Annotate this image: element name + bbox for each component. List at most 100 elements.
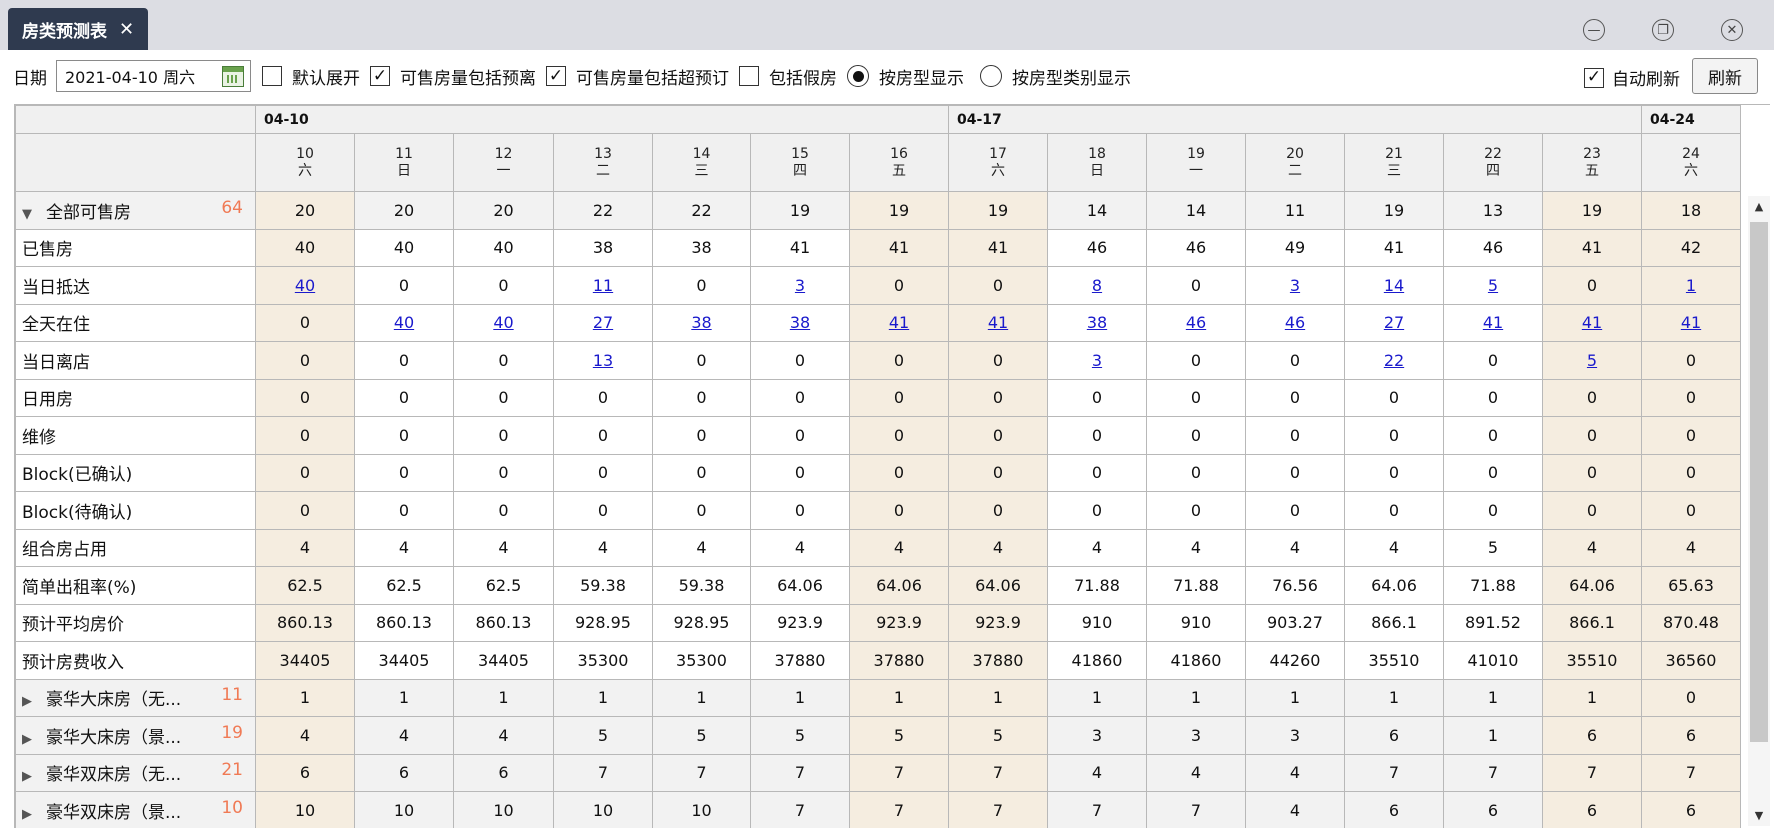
expand-right-icon[interactable]: ▶ bbox=[22, 694, 36, 709]
table-cell[interactable]: 3 bbox=[1047, 341, 1147, 380]
cell-link[interactable]: 41 bbox=[889, 313, 909, 332]
expand-right-icon[interactable]: ▶ bbox=[22, 732, 36, 747]
option-default-expand[interactable]: 默认展开 bbox=[262, 64, 360, 89]
table-row: 组合房占用 4 4 4 4 4 4 4 4 4 4 4 4 5 4 4 bbox=[15, 528, 1741, 567]
table-cell: 46 bbox=[1443, 228, 1543, 267]
table-cell[interactable]: 5 bbox=[1542, 341, 1642, 380]
table-cell[interactable]: 8 bbox=[1047, 266, 1147, 305]
cell-link[interactable]: 38 bbox=[1087, 313, 1107, 332]
table-cell[interactable]: 11 bbox=[553, 266, 653, 305]
table-cell[interactable]: 41 bbox=[948, 303, 1048, 342]
table-cell: 10 bbox=[354, 791, 454, 828]
option-include-predeparture[interactable]: ✓ 可售房量包括预离 bbox=[370, 64, 536, 89]
table-cell[interactable]: 27 bbox=[1344, 303, 1444, 342]
table-cell[interactable]: 40 bbox=[453, 303, 554, 342]
cell-link[interactable]: 27 bbox=[1384, 313, 1404, 332]
table-cell[interactable]: 46 bbox=[1146, 303, 1246, 342]
table-cell[interactable]: 22 bbox=[1344, 341, 1444, 380]
table-cell[interactable]: 3 bbox=[1245, 266, 1345, 305]
table-cell: 0 bbox=[1344, 453, 1444, 492]
checkbox-include-fake[interactable] bbox=[739, 66, 759, 86]
table-cell: 0 bbox=[948, 341, 1048, 380]
row-header[interactable]: ▶ 豪华大床房（无... 11 bbox=[15, 678, 256, 717]
scroll-down-icon[interactable]: ▼ bbox=[1748, 809, 1770, 822]
cell-link[interactable]: 38 bbox=[790, 313, 810, 332]
cell-link[interactable]: 38 bbox=[691, 313, 711, 332]
cell-link[interactable]: 46 bbox=[1285, 313, 1305, 332]
cell-link[interactable]: 22 bbox=[1384, 351, 1404, 370]
cell-link[interactable]: 41 bbox=[1483, 313, 1503, 332]
table-cell[interactable]: 5 bbox=[1443, 266, 1543, 305]
row-header[interactable]: ▶ 豪华双床房（无... 21 bbox=[15, 753, 256, 792]
radio-by-room-category[interactable]: 按房型类别显示 bbox=[980, 64, 1131, 89]
cell-link[interactable]: 11 bbox=[593, 276, 613, 295]
radio-by-room-type-dot[interactable] bbox=[847, 65, 869, 87]
cell-link[interactable]: 3 bbox=[795, 276, 805, 295]
expand-right-icon[interactable]: ▶ bbox=[22, 807, 36, 822]
cell-link[interactable]: 40 bbox=[295, 276, 315, 295]
cell-link[interactable]: 41 bbox=[1582, 313, 1602, 332]
cell-link[interactable]: 3 bbox=[1092, 351, 1102, 370]
radio-by-room-category-dot[interactable] bbox=[980, 65, 1002, 87]
table-cell: 0 bbox=[1443, 453, 1543, 492]
table-cell[interactable]: 13 bbox=[553, 341, 653, 380]
expand-down-icon[interactable]: ▼ bbox=[22, 207, 36, 222]
row-header[interactable]: ▶ 豪华大床房（景... 19 bbox=[15, 716, 256, 755]
cell-link[interactable]: 8 bbox=[1092, 276, 1102, 295]
checkbox-auto-refresh[interactable]: ✓ bbox=[1584, 67, 1604, 88]
radio-by-room-type[interactable]: 按房型显示 bbox=[847, 64, 964, 89]
cell-link[interactable]: 41 bbox=[988, 313, 1008, 332]
table-cell[interactable]: 41 bbox=[1542, 303, 1642, 342]
cell-link[interactable]: 41 bbox=[1681, 313, 1701, 332]
close-tab-icon[interactable]: ✕ bbox=[119, 19, 134, 40]
table-cell[interactable]: 3 bbox=[750, 266, 850, 305]
close-window-button[interactable]: ✕ bbox=[1721, 19, 1743, 41]
scroll-thumb[interactable] bbox=[1750, 222, 1768, 742]
checkbox-include-predeparture[interactable]: ✓ bbox=[370, 66, 390, 86]
checkbox-default-expand[interactable] bbox=[262, 66, 282, 86]
restore-button[interactable]: ❐ bbox=[1652, 19, 1674, 41]
table-cell[interactable]: 14 bbox=[1344, 266, 1444, 305]
scroll-up-icon[interactable]: ▲ bbox=[1748, 200, 1770, 213]
vertical-scrollbar[interactable]: ▲ ▼ bbox=[1748, 196, 1770, 826]
cell-link[interactable]: 46 bbox=[1186, 313, 1206, 332]
table-cell[interactable]: 1 bbox=[1641, 266, 1741, 305]
option-include-fake[interactable]: 包括假房 bbox=[739, 64, 837, 89]
table-cell[interactable]: 40 bbox=[255, 266, 355, 305]
row-header[interactable]: ▼ 全部可售房 64 bbox=[15, 191, 256, 230]
table-cell[interactable]: 46 bbox=[1245, 303, 1345, 342]
minimize-button[interactable]: — bbox=[1583, 19, 1605, 41]
table-cell[interactable]: 41 bbox=[1641, 303, 1741, 342]
checkbox-include-overbook[interactable]: ✓ bbox=[546, 66, 566, 86]
table-cell: 7 bbox=[849, 753, 949, 792]
table-cell[interactable]: 41 bbox=[849, 303, 949, 342]
cell-link[interactable]: 3 bbox=[1290, 276, 1300, 295]
table-cell[interactable]: 40 bbox=[354, 303, 454, 342]
cell-link[interactable]: 40 bbox=[493, 313, 513, 332]
cell-link[interactable]: 13 bbox=[593, 351, 613, 370]
option-include-overbook[interactable]: ✓ 可售房量包括超预订 bbox=[546, 64, 729, 89]
expand-right-icon[interactable]: ▶ bbox=[22, 769, 36, 784]
cell-link[interactable]: 5 bbox=[1488, 276, 1498, 295]
table-cell[interactable]: 38 bbox=[652, 303, 751, 342]
cell-link[interactable]: 14 bbox=[1384, 276, 1404, 295]
tab-room-forecast[interactable]: 房类预测表 ✕ bbox=[8, 8, 148, 50]
cell-link[interactable]: 40 bbox=[394, 313, 414, 332]
row-header[interactable]: ▶ 豪华双床房（景... 10 bbox=[15, 791, 256, 828]
option-label: 自动刷新 bbox=[1612, 70, 1680, 90]
day-number: 15 bbox=[791, 145, 809, 162]
table-cell[interactable]: 27 bbox=[553, 303, 653, 342]
cell-link[interactable]: 5 bbox=[1587, 351, 1597, 370]
calendar-icon[interactable] bbox=[222, 66, 244, 87]
table-cell[interactable]: 38 bbox=[750, 303, 850, 342]
table-cell: 910 bbox=[1047, 603, 1147, 642]
table-cell[interactable]: 41 bbox=[1443, 303, 1543, 342]
cell-link[interactable]: 1 bbox=[1686, 276, 1696, 295]
date-input[interactable]: 2021-04-10 周六 bbox=[56, 60, 251, 92]
option-auto-refresh[interactable]: ✓ 自动刷新 bbox=[1584, 65, 1680, 90]
row-header: 当日抵达 bbox=[15, 266, 256, 305]
refresh-button[interactable]: 刷新 bbox=[1692, 58, 1758, 94]
cell-link[interactable]: 27 bbox=[593, 313, 613, 332]
table-cell: 0 bbox=[1047, 453, 1147, 492]
table-cell[interactable]: 38 bbox=[1047, 303, 1147, 342]
